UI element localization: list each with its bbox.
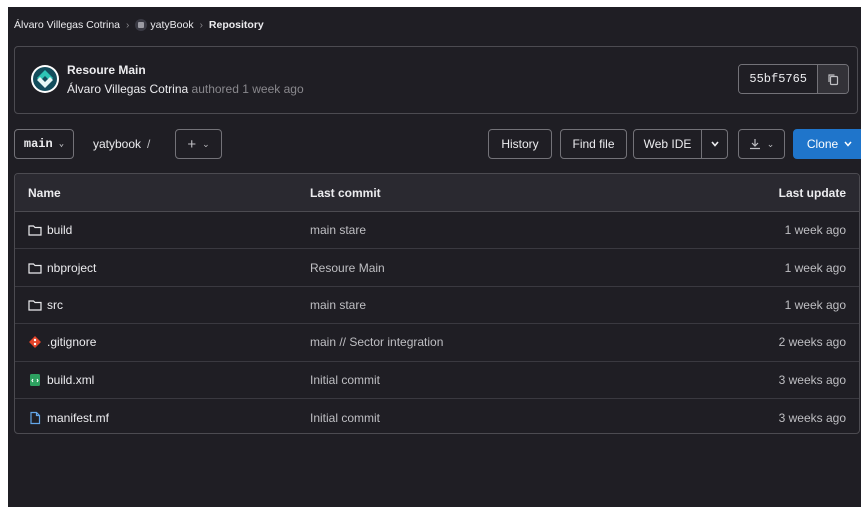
repository-toolbar: main ⌄ yatybook / + ⌄ History Find file … [14, 129, 861, 161]
column-header-last-update: Last update [778, 185, 846, 200]
commit-message-link[interactable]: Initial commit [310, 373, 610, 387]
chevron-down-icon [844, 141, 852, 147]
last-update-time: 1 week ago [784, 223, 846, 238]
table-row[interactable]: .gitignore main // Sector integration 2 … [15, 324, 859, 362]
commit-message-link[interactable]: main // Sector integration [310, 335, 610, 349]
commit-message-link[interactable]: Initial commit [310, 411, 610, 425]
plus-icon: + [187, 135, 197, 153]
folder-icon [28, 225, 42, 236]
breadcrumb-owner-link[interactable]: Álvaro Villegas Cotrina [14, 19, 120, 31]
commit-title-link[interactable]: Resoure Main [67, 63, 146, 77]
copy-icon [828, 73, 839, 85]
file-name-link[interactable]: nbproject [47, 261, 96, 275]
repository-page: Álvaro Villegas Cotrina › yatyBook › Rep… [8, 7, 861, 507]
breadcrumb-project-label: yatyBook [150, 18, 194, 31]
file-name-link[interactable]: src [47, 298, 63, 312]
table-row[interactable]: manifest.mf Initial commit 3 weeks ago [15, 399, 859, 433]
add-to-tree-button[interactable]: + ⌄ [175, 129, 222, 159]
file-icon [30, 411, 41, 424]
copy-sha-button[interactable] [817, 65, 848, 93]
path-separator: / [147, 137, 151, 151]
web-ide-dropdown-toggle[interactable] [702, 129, 728, 159]
file-tree-table: Name Last commit Last update build main … [14, 173, 860, 434]
commit-meta: Álvaro Villegas Cotrina authored 1 week … [67, 82, 304, 96]
download-icon [749, 139, 760, 150]
file-name-cell: .gitignore [15, 335, 310, 349]
branch-name: main [23, 137, 53, 151]
xml-file-icon [30, 373, 40, 386]
folder-icon [28, 300, 42, 311]
last-update-time: 3 weeks ago [778, 372, 846, 387]
breadcrumb: Álvaro Villegas Cotrina › yatyBook › Rep… [14, 7, 264, 43]
history-button[interactable]: History [488, 129, 552, 159]
commit-message-link[interactable]: Resoure Main [310, 261, 610, 275]
web-ide-button[interactable]: Web IDE [633, 129, 702, 159]
download-button[interactable]: ⌄ [738, 129, 785, 159]
last-update-time: 1 week ago [784, 297, 846, 312]
folder-icon [28, 262, 42, 274]
file-name-cell: src [15, 298, 310, 312]
chevron-down-icon: ⌄ [202, 138, 210, 149]
clone-button[interactable]: Clone [793, 129, 861, 159]
chevron-down-icon [710, 141, 719, 147]
column-header-last-commit: Last commit [310, 185, 381, 200]
last-update-time: 1 week ago [784, 260, 846, 275]
file-name-link[interactable]: manifest.mf [47, 411, 109, 425]
file-name-link[interactable]: .gitignore [47, 335, 96, 349]
table-row[interactable]: src main stare 1 week ago [15, 287, 859, 325]
commit-sha-link[interactable]: 55bf5765 [739, 65, 817, 93]
file-name-cell: build.xml [15, 373, 310, 387]
commit-sha-group: 55bf5765 [738, 64, 849, 94]
commit-action: authored [191, 82, 239, 96]
file-name-link[interactable]: build [47, 223, 72, 237]
file-name-cell: build [15, 223, 310, 237]
breadcrumb-separator: › [199, 19, 203, 31]
table-header: Name Last commit Last update [15, 174, 859, 212]
chevron-down-icon: ⌄ [766, 138, 775, 149]
project-avatar-icon [135, 19, 148, 32]
commit-author-avatar[interactable] [31, 65, 59, 93]
path-root-link[interactable]: yatybook [93, 137, 141, 151]
table-row[interactable]: nbproject Resoure Main 1 week ago [15, 249, 859, 287]
breadcrumb-separator: › [126, 19, 130, 31]
column-header-name: Name [28, 185, 61, 200]
clone-label: Clone [806, 137, 839, 151]
file-name-link[interactable]: build.xml [47, 373, 94, 387]
git-icon [29, 336, 41, 349]
breadcrumb-project-link[interactable]: yatyBook [135, 18, 194, 32]
commit-time: 1 week ago [242, 82, 304, 96]
table-row[interactable]: build.xml Initial commit 3 weeks ago [15, 362, 859, 399]
file-name-cell: nbproject [15, 261, 310, 275]
branch-selector[interactable]: main ⌄ [14, 129, 74, 159]
last-update-time: 3 weeks ago [778, 410, 846, 425]
file-name-cell: manifest.mf [15, 411, 310, 425]
last-update-time: 2 weeks ago [778, 335, 846, 350]
last-commit-panel: Resoure Main Álvaro Villegas Cotrina aut… [14, 46, 858, 114]
commit-message-link[interactable]: main stare [310, 223, 610, 237]
find-file-button[interactable]: Find file [560, 129, 627, 159]
commit-author-link[interactable]: Álvaro Villegas Cotrina [67, 82, 188, 96]
table-row[interactable]: build main stare 1 week ago [15, 212, 859, 250]
commit-message-link[interactable]: main stare [310, 298, 610, 312]
chevron-down-icon: ⌄ [58, 139, 65, 149]
breadcrumb-current: Repository [208, 19, 264, 31]
path-breadcrumb: yatybook / [93, 129, 150, 159]
